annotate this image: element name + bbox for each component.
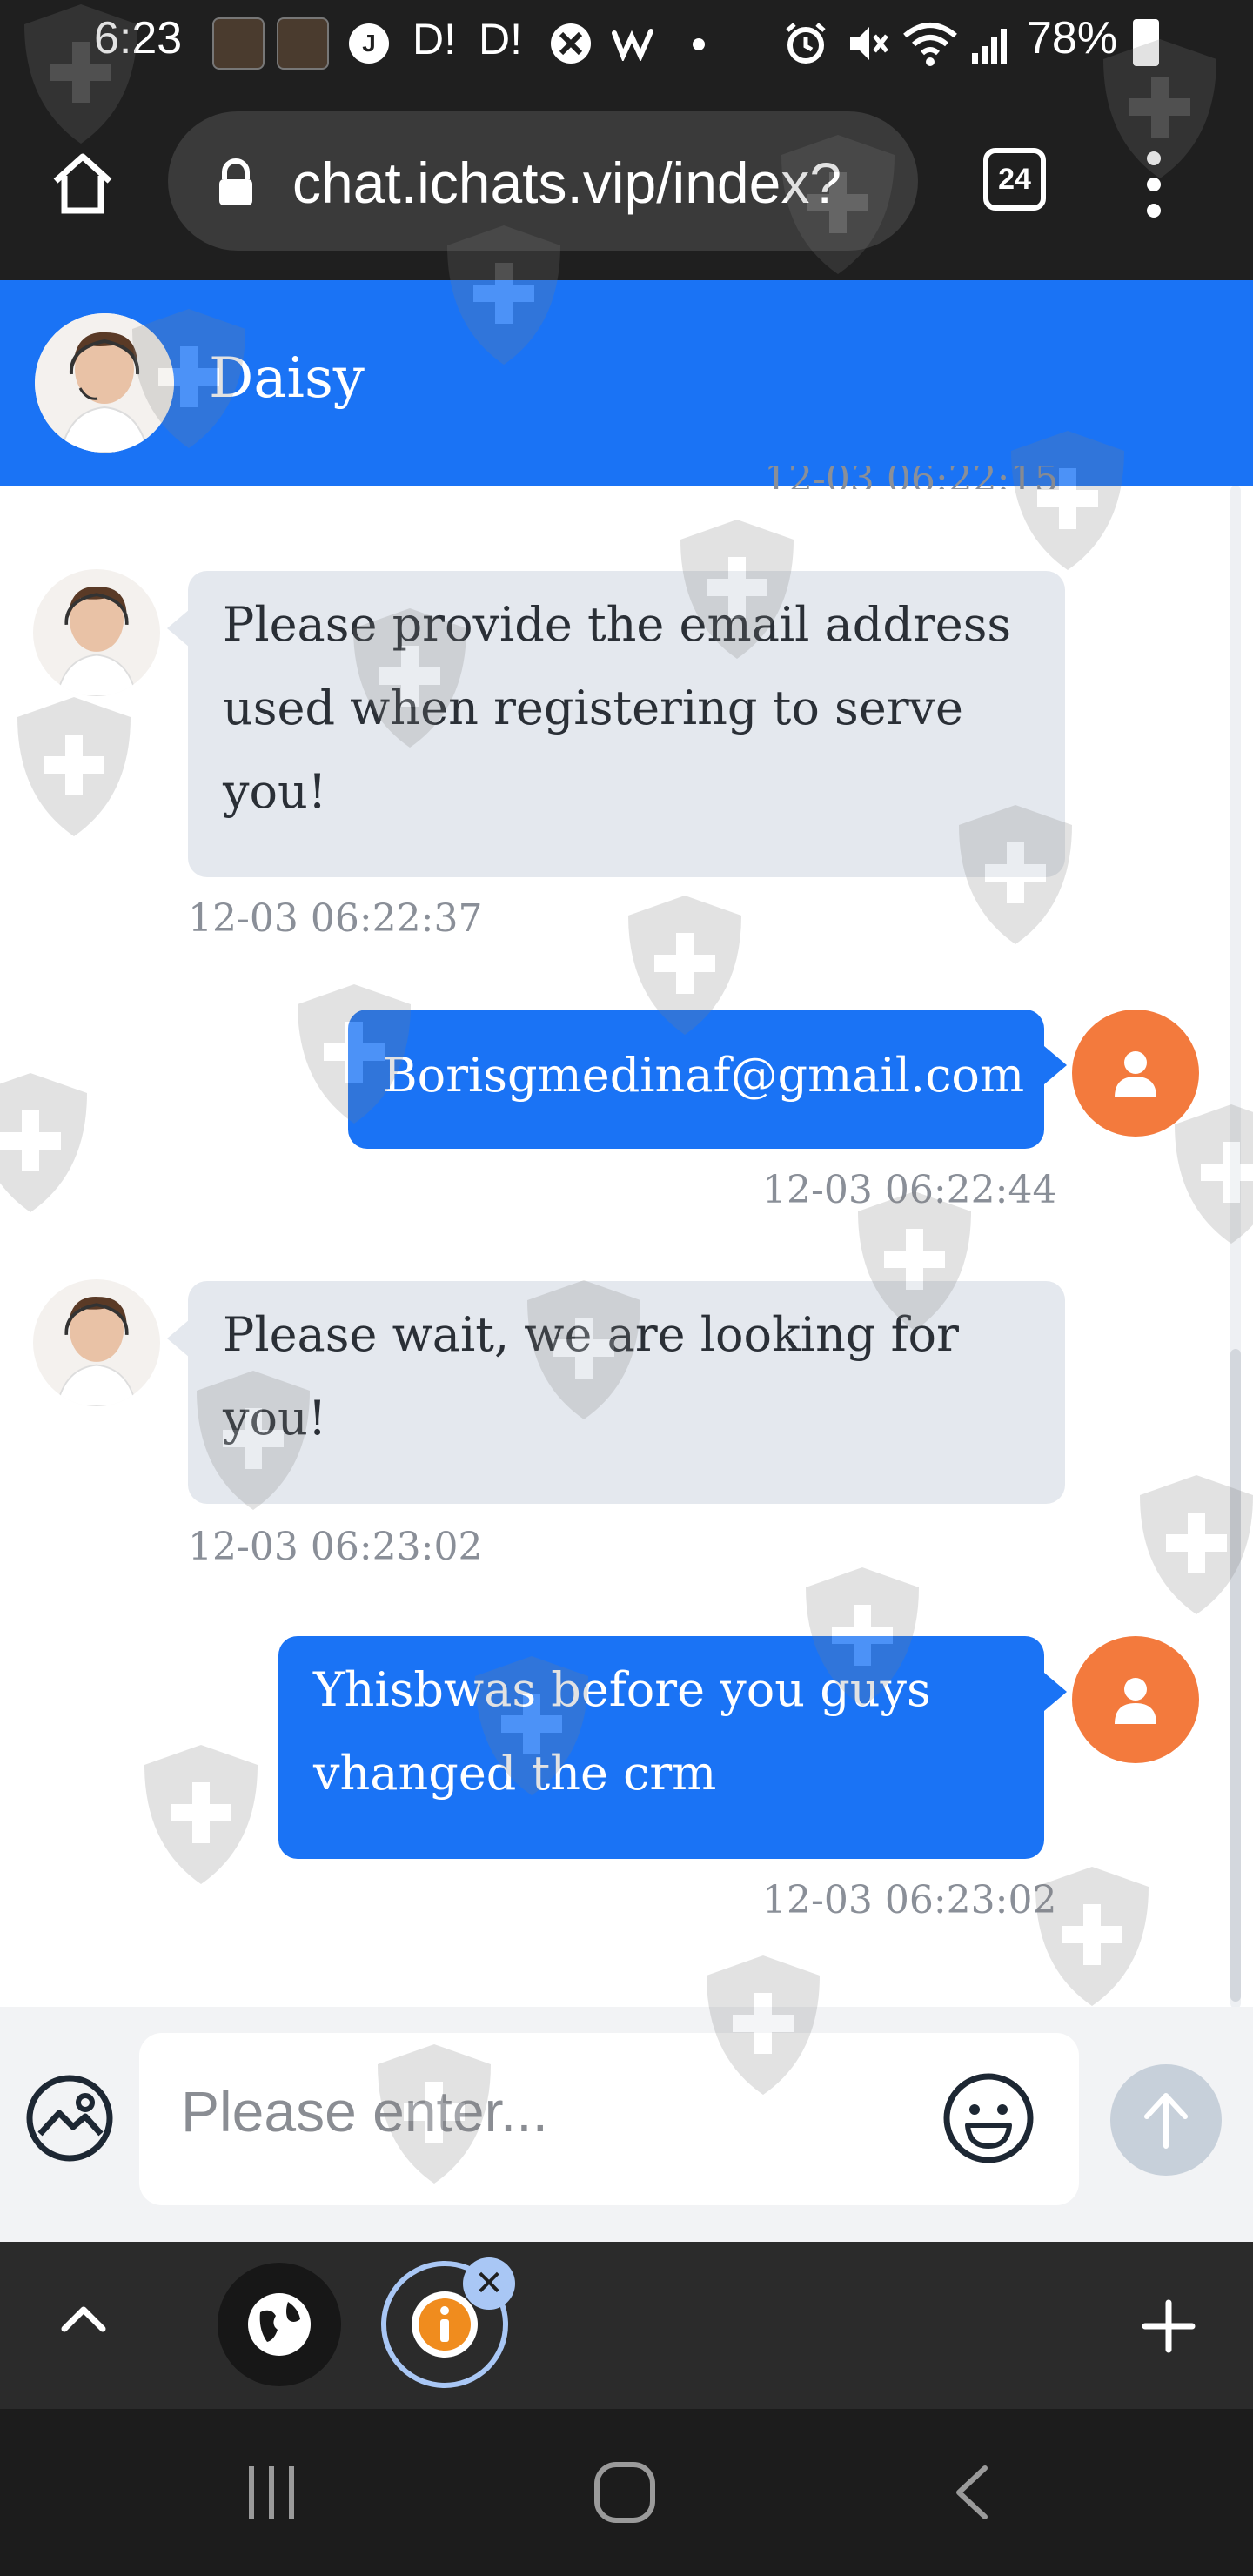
home-icon[interactable] — [45, 146, 120, 221]
agent-avatar — [33, 1279, 160, 1406]
svg-text:J: J — [362, 30, 376, 57]
bubble-tail — [167, 1319, 190, 1358]
mute-icon — [841, 19, 893, 68]
emoji-icon[interactable] — [940, 2070, 1037, 2167]
bubble-tail — [1044, 1673, 1067, 1711]
back-icon[interactable] — [952, 2463, 990, 2522]
message-line: Yhisbwas before you guys — [313, 1662, 931, 1717]
plus-icon[interactable] — [1140, 2298, 1197, 2355]
home-nav-icon[interactable] — [592, 2459, 658, 2526]
message-timestamp: 12-03 06:22:15 — [764, 466, 1059, 489]
url-text[interactable]: chat.ichats.vip/index? — [292, 150, 841, 216]
shield-watermark-icon — [0, 1069, 96, 1220]
shield-watermark-icon — [9, 693, 139, 844]
notification-text: D! — [412, 15, 456, 64]
status-time: 6:23 — [94, 13, 183, 64]
agent-name: Daisy — [209, 346, 365, 411]
tab-switcher-button[interactable]: 24 — [983, 148, 1046, 211]
signal-icon — [966, 19, 1018, 68]
scrollbar-thumb[interactable] — [1230, 1349, 1241, 2002]
image-upload-icon[interactable] — [23, 2071, 117, 2165]
message-input-placeholder[interactable]: Please enter... — [181, 2078, 548, 2144]
recents-icon[interactable] — [244, 2463, 299, 2522]
message-line: you! — [223, 764, 327, 819]
close-icon[interactable]: ✕ — [463, 2257, 515, 2310]
agent-avatar — [33, 569, 160, 696]
bubble-tail — [1044, 1046, 1067, 1084]
send-button[interactable] — [1110, 2064, 1222, 2176]
user-message: Yhisbwas before you guys vhanged the crm — [278, 1636, 1044, 1859]
battery-icon — [1133, 19, 1159, 66]
message-line: Borisgmedinaf@gmail.com — [383, 1048, 1025, 1103]
notification-thumbnail-icon — [277, 17, 329, 70]
xbox-icon — [546, 19, 595, 68]
message-line: Please provide the email address — [223, 597, 1012, 652]
message-timestamp: 12-03 06:22:44 — [762, 1168, 1057, 1212]
alarm-icon — [780, 19, 832, 68]
menu-dots-icon[interactable] — [1136, 148, 1171, 221]
chevron-up-icon[interactable] — [57, 2301, 110, 2336]
notification-thumbnail-icon — [212, 17, 265, 70]
more-notifications-dot-icon — [693, 38, 705, 50]
message-timestamp: 12-03 06:23:02 — [762, 1878, 1057, 1922]
notification-text: D! — [479, 15, 522, 64]
bubble-tail — [167, 609, 190, 647]
message-line: you! — [223, 1391, 327, 1446]
tab-bar — [0, 2242, 1253, 2409]
agent-message: Please wait, we are looking for you! — [188, 1281, 1065, 1504]
shield-watermark-icon — [136, 1741, 266, 1892]
chat-header — [0, 280, 1253, 486]
message-timestamp: 12-03 06:23:02 — [188, 1525, 483, 1569]
battery-percent: 78% — [1027, 13, 1118, 64]
send-arrow-icon — [1144, 2093, 1188, 2149]
agent-message: Please provide the email address used wh… — [188, 571, 1065, 877]
message-line: vhanged the crm — [313, 1746, 717, 1801]
tab-chip[interactable] — [218, 2263, 341, 2386]
message-timestamp: 12-03 06:22:37 — [188, 896, 483, 941]
message-line: Please wait, we are looking for — [223, 1307, 959, 1362]
message-line: used when registering to serve — [223, 681, 963, 735]
lock-icon[interactable] — [214, 157, 258, 209]
notification-w-icon — [609, 19, 661, 68]
user-avatar — [1072, 1636, 1199, 1763]
wifi-icon — [900, 19, 961, 68]
user-message: Borisgmedinaf@gmail.com — [348, 1010, 1044, 1149]
agent-avatar — [35, 313, 174, 453]
notification-j-icon: J — [345, 19, 393, 68]
user-avatar — [1072, 1010, 1199, 1137]
globe-icon — [248, 2293, 311, 2356]
